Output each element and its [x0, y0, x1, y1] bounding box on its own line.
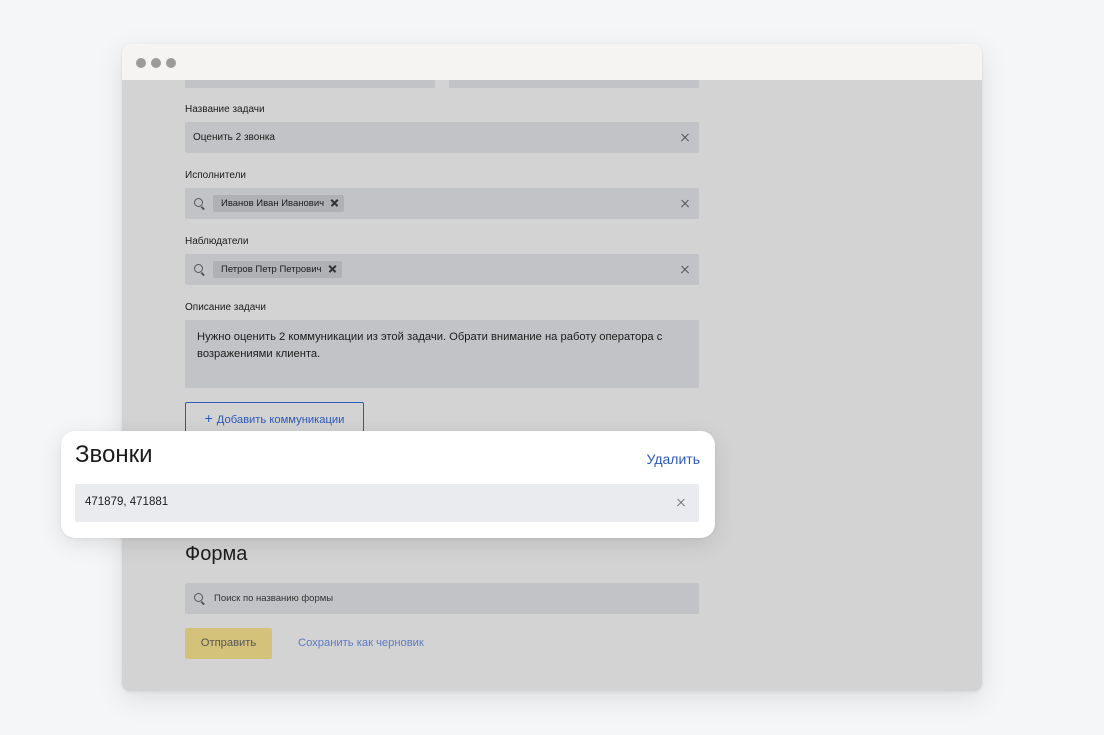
clear-icon[interactable]: [679, 264, 691, 276]
add-communications-button[interactable]: + Добавить коммуникации: [185, 402, 364, 434]
calls-card-title: Звонки: [75, 441, 153, 468]
task-title-label: Название задачи: [185, 104, 265, 115]
window-titlebar: [122, 44, 982, 80]
window-minimize-button[interactable]: [151, 58, 161, 68]
observer-chip: Петров Петр Петрович: [213, 261, 342, 278]
window-maximize-button[interactable]: [166, 58, 176, 68]
assignees-input[interactable]: Иванов Иван Иванович: [185, 188, 699, 219]
form-search-input[interactable]: Поиск по названию формы: [185, 583, 699, 614]
remove-chip-icon[interactable]: [327, 263, 338, 274]
observers-input[interactable]: Петров Петр Петрович: [185, 254, 699, 285]
description-text: Нужно оценить 2 коммуникации из этой зад…: [197, 331, 663, 360]
calls-value: 471879, 471881: [85, 496, 169, 508]
calls-card: Звонки Удалить 471879, 471881: [61, 431, 715, 538]
clear-icon[interactable]: [679, 198, 691, 210]
delete-link[interactable]: Удалить: [647, 451, 700, 467]
description-label: Описание задачи: [185, 302, 266, 313]
assignee-chip-label: Иванов Иван Иванович: [221, 198, 325, 209]
task-form: Название задачи Оценить 2 звонка Исполни…: [122, 44, 982, 691]
form-search-placeholder: Поиск по названию формы: [214, 593, 334, 604]
clear-icon[interactable]: [679, 132, 691, 144]
save-draft-link[interactable]: Сохранить как черновик: [298, 637, 424, 649]
window-close-button[interactable]: [136, 58, 146, 68]
submit-button[interactable]: Отправить: [185, 628, 272, 659]
search-icon: [194, 198, 206, 210]
app-window: Название задачи Оценить 2 звонка Исполни…: [122, 44, 982, 691]
task-title-value: Оценить 2 звонка: [193, 132, 275, 143]
clear-icon[interactable]: [675, 497, 687, 509]
assignees-label: Исполнители: [185, 170, 247, 181]
observer-chip-label: Петров Петр Петрович: [221, 264, 322, 275]
search-icon: [194, 593, 206, 605]
task-title-input[interactable]: Оценить 2 звонка: [185, 122, 699, 153]
form-section-title: Форма: [185, 543, 248, 565]
remove-chip-icon[interactable]: [329, 197, 340, 208]
search-icon: [194, 264, 206, 276]
observers-label: Наблюдатели: [185, 236, 249, 247]
assignee-chip: Иванов Иван Иванович: [213, 195, 345, 212]
calls-input[interactable]: 471879, 471881: [75, 484, 699, 522]
add-communications-label: Добавить коммуникации: [216, 414, 345, 426]
plus-icon: +: [204, 410, 213, 426]
